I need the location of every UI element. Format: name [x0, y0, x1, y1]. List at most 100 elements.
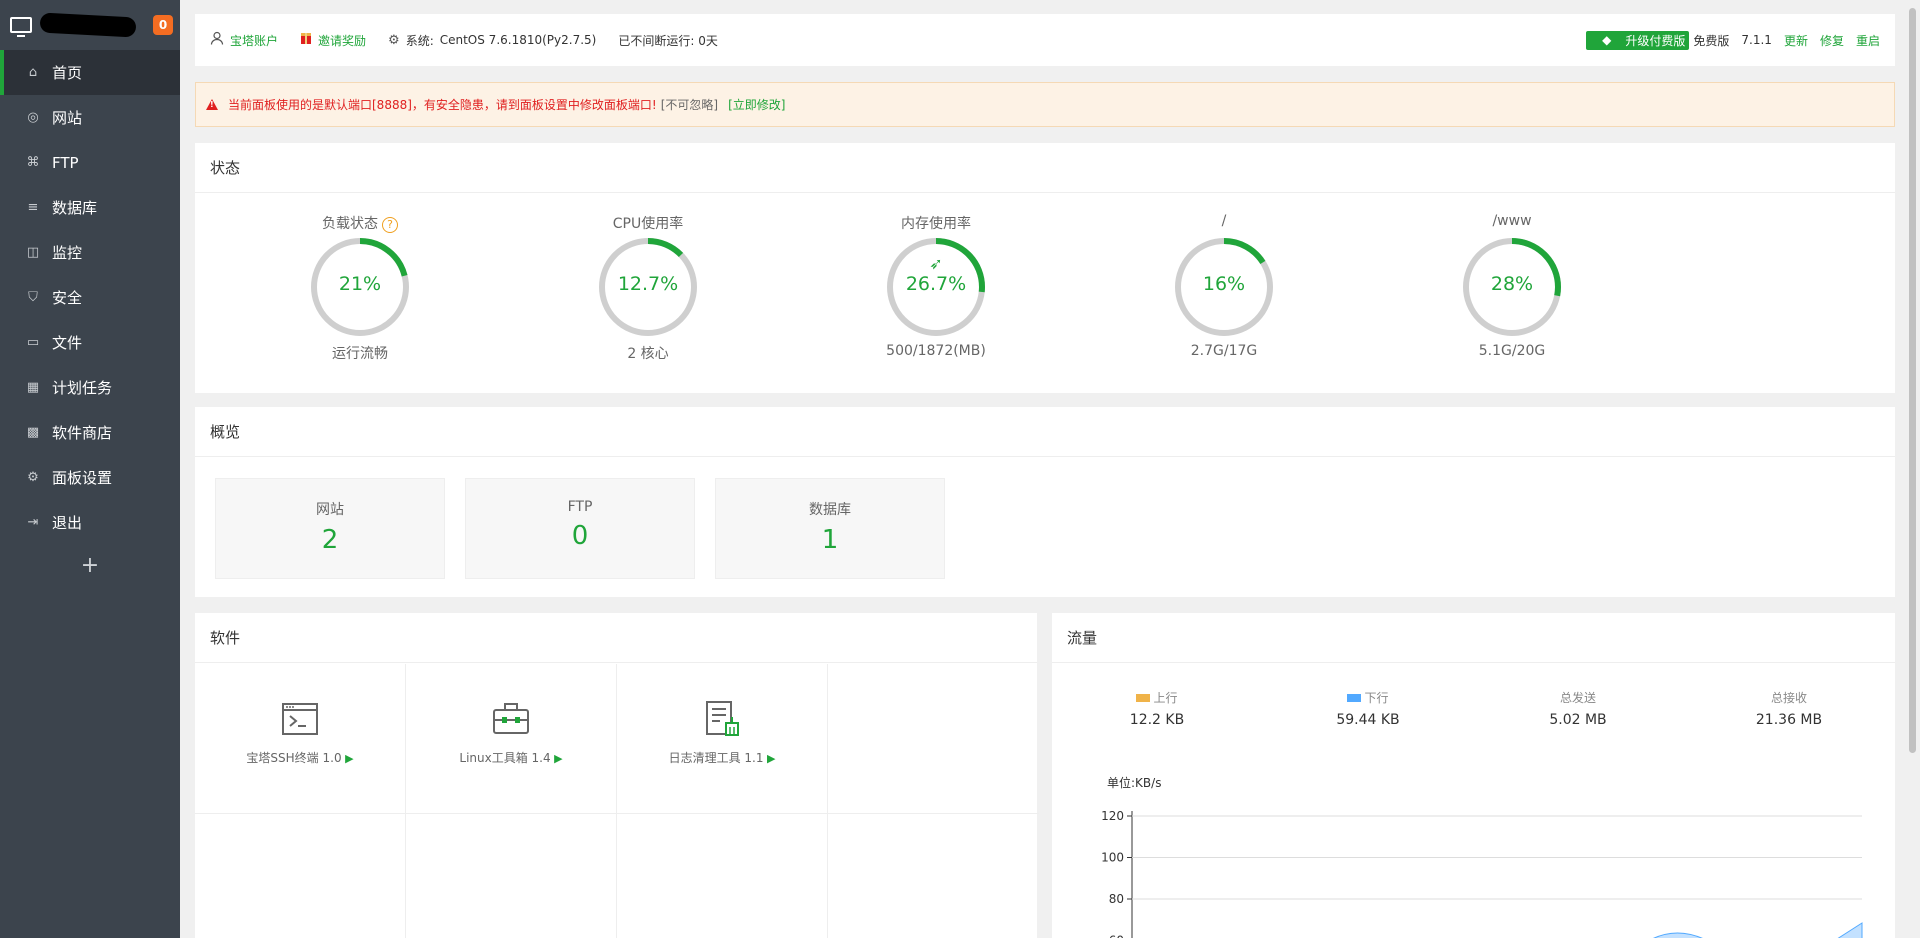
top-bar: 宝塔账户 邀请奖励 ⚙ 系统: CentOS 7.6.1810(Py2.7.5)…	[195, 14, 1895, 66]
gauge-label: 负载状态?	[280, 213, 440, 233]
sidebar-item-9[interactable]: ⚙ 面板设置	[0, 455, 180, 500]
security-alert: 当前面板使用的是默认端口[8888]，有安全隐患，请到面板设置中修改面板端口! …	[195, 82, 1895, 127]
alert-fix-link[interactable]: [立即修改]	[728, 96, 785, 113]
sidebar-item-label: 退出	[52, 514, 83, 532]
upgrade-button[interactable]: ◆ 升级付费版	[1586, 30, 1690, 50]
sidebar-item-1[interactable]: ◎ 网站	[0, 95, 180, 140]
sidebar-item-0[interactable]: ⌂ 首页	[0, 50, 180, 95]
overview-card-value: 0	[571, 521, 589, 551]
overview-title: 概览	[195, 407, 1895, 457]
software-empty-slot	[828, 664, 1039, 814]
software-item-name: Linux工具箱 1.4 ▶	[459, 751, 563, 765]
gauge-2[interactable]: 内存使用率 ➶ 26.7% 500/1872(MB)	[856, 213, 1016, 359]
software-item-0[interactable]: 宝塔SSH终端 1.0 ▶	[195, 664, 406, 814]
traffic-stat-value: 21.36 MB	[1755, 712, 1823, 728]
gauge-1[interactable]: CPU使用率 12.7% 2 核心	[568, 213, 728, 363]
gauge-value: 16%	[1202, 273, 1246, 295]
gear-icon: ⚙	[388, 32, 400, 48]
account-link[interactable]: 宝塔账户	[210, 31, 278, 49]
overview-card-1[interactable]: FTP 0	[465, 478, 695, 579]
system-info: ⚙ 系统: CentOS 7.6.1810(Py2.7.5)	[388, 32, 596, 49]
repair-link[interactable]: 修复	[1820, 32, 1844, 49]
play-icon: ▶	[341, 752, 354, 765]
sidebar: 0 ⌂ 首页 ◎ 网站 ⌘ FTP ≡ 数据库 ◫ 监控 ⛉ 安全 ▭ 文件 ▦ 计划任务 ▩ 软件商店 ⚙ 面板设置…	[0, 0, 180, 938]
upgrade-label: 升级付费版	[1625, 33, 1686, 48]
gauge-label: 内存使用率	[901, 216, 971, 232]
software-panel: 软件 宝塔SSH终端 1.0 ▶ Linux工具箱 1.4 ▶ 日志清理工具 1.1…	[195, 613, 1039, 938]
overview-card-value: 1	[821, 525, 839, 555]
traffic-stat-1: 下行 59.44 KB	[1298, 689, 1438, 728]
folder-icon: ▭	[26, 335, 40, 350]
overview-card-2[interactable]: 数据库 1	[715, 478, 945, 579]
sidebar-item-8[interactable]: ▩ 软件商店	[0, 410, 180, 455]
overview-card-0[interactable]: 网站 2	[215, 478, 445, 579]
scrollbar-thumb[interactable]	[1909, 8, 1916, 753]
play-icon: ▶	[550, 752, 563, 765]
shield-icon: ⛉	[28, 290, 38, 305]
y-tick-label: 120	[1101, 809, 1124, 823]
traffic-stat-0: 上行 12.2 KB	[1087, 689, 1227, 728]
software-empty-slot	[406, 814, 617, 938]
add-menu-button[interactable]: +	[0, 545, 180, 585]
play-icon: ▶	[763, 752, 776, 765]
sidebar-item-label: 文件	[52, 334, 83, 352]
sidebar-item-label: 首页	[52, 64, 83, 82]
toolbox-icon	[491, 699, 531, 739]
status-panel: 状态 负载状态? 21% 运行流畅 CPU使用率 12.7% 2 核心 内存使用率 ➶ 26.7…	[195, 143, 1895, 393]
gauge-sub: 2.7G/17G	[1190, 343, 1258, 359]
user-icon	[210, 31, 224, 49]
software-item-2[interactable]: 日志清理工具 1.1 ▶	[617, 664, 828, 814]
traffic-stat-3: 总接收 21.36 MB	[1719, 689, 1859, 728]
legend-swatch	[1136, 693, 1151, 702]
sidebar-item-2[interactable]: ⌘ FTP	[0, 140, 180, 185]
grid-icon: ▩	[26, 425, 40, 440]
software-item-1[interactable]: Linux工具箱 1.4 ▶	[406, 664, 617, 814]
restart-link[interactable]: 重启	[1856, 32, 1880, 49]
gauge-sub: 2 核心	[627, 346, 669, 362]
software-grid: 宝塔SSH终端 1.0 ▶ Linux工具箱 1.4 ▶ 日志清理工具 1.1 ▶	[195, 664, 1039, 938]
gauge-value: 21%	[338, 273, 382, 295]
system-value: CentOS 7.6.1810(Py2.7.5)	[439, 33, 597, 47]
gauge-sub: 运行流畅	[332, 346, 388, 362]
sidebar-item-label: 监控	[52, 244, 83, 262]
traffic-panel: 流量 上行 12.2 KB 下行 59.44 KB 总发送 5.02 MB 总接收 21.36…	[1052, 613, 1895, 938]
invite-link[interactable]: 邀请奖励	[300, 31, 366, 49]
traffic-chart: 120 100 80 60	[1101, 809, 1863, 938]
version-label: 7.1.1	[1741, 33, 1772, 47]
gift-icon	[300, 31, 312, 49]
y-tick-label: 60	[1109, 934, 1124, 938]
sidebar-header: 0	[0, 0, 180, 50]
update-link[interactable]: 更新	[1784, 32, 1808, 49]
sidebar-item-3[interactable]: ≡ 数据库	[0, 185, 180, 230]
software-empty-slot	[617, 814, 828, 938]
gauge-0[interactable]: 负载状态? 21% 运行流畅	[280, 213, 440, 363]
terminal-icon	[280, 699, 320, 739]
traffic-stat-value: 12.2 KB	[1129, 712, 1185, 728]
sidebar-item-4[interactable]: ◫ 监控	[0, 230, 180, 275]
alert-message: 当前面板使用的是默认端口[8888]，有安全隐患，请到面板设置中修改面板端口!	[228, 98, 657, 112]
sidebar-menu: ⌂ 首页 ◎ 网站 ⌘ FTP ≡ 数据库 ◫ 监控 ⛉ 安全 ▭ 文件 ▦ 计划任务 ▩ 软件商店 ⚙ 面板设置 ⇥ 退…	[0, 50, 180, 545]
sidebar-item-label: 数据库	[52, 199, 98, 217]
overview-panel: 概览 网站 2 FTP 0 数据库 1	[195, 407, 1895, 597]
sidebar-item-6[interactable]: ▭ 文件	[0, 320, 180, 365]
gauge-label: /	[1221, 213, 1227, 229]
sidebar-item-label: 安全	[52, 289, 83, 307]
software-empty-slot	[828, 814, 1039, 938]
legend-swatch	[1347, 693, 1362, 702]
traffic-stat-label: 上行	[1087, 689, 1227, 706]
gear-icon: ⚙	[27, 470, 39, 485]
gauge-3[interactable]: / 16% 2.7G/17G	[1144, 213, 1304, 359]
notification-badge[interactable]: 0	[153, 15, 173, 35]
sidebar-item-7[interactable]: ▦ 计划任务	[0, 365, 180, 410]
uptime: 已不间断运行: 0天	[618, 33, 718, 48]
sidebar-item-10[interactable]: ⇥ 退出	[0, 500, 180, 545]
sidebar-item-5[interactable]: ⛉ 安全	[0, 275, 180, 320]
software-empty-slot	[195, 814, 406, 938]
top-bar-right: ◆ 升级付费版 免费版 7.1.1 更新 修复 重启	[1586, 30, 1880, 50]
help-icon[interactable]: ?	[382, 217, 398, 233]
sidebar-item-label: FTP	[52, 153, 79, 172]
overview-card-value: 2	[321, 525, 339, 555]
gauge-value: 12.7%	[617, 273, 679, 295]
gauge-4[interactable]: /www 28% 5.1G/20G	[1432, 213, 1592, 359]
scrollbar[interactable]	[1905, 0, 1920, 938]
